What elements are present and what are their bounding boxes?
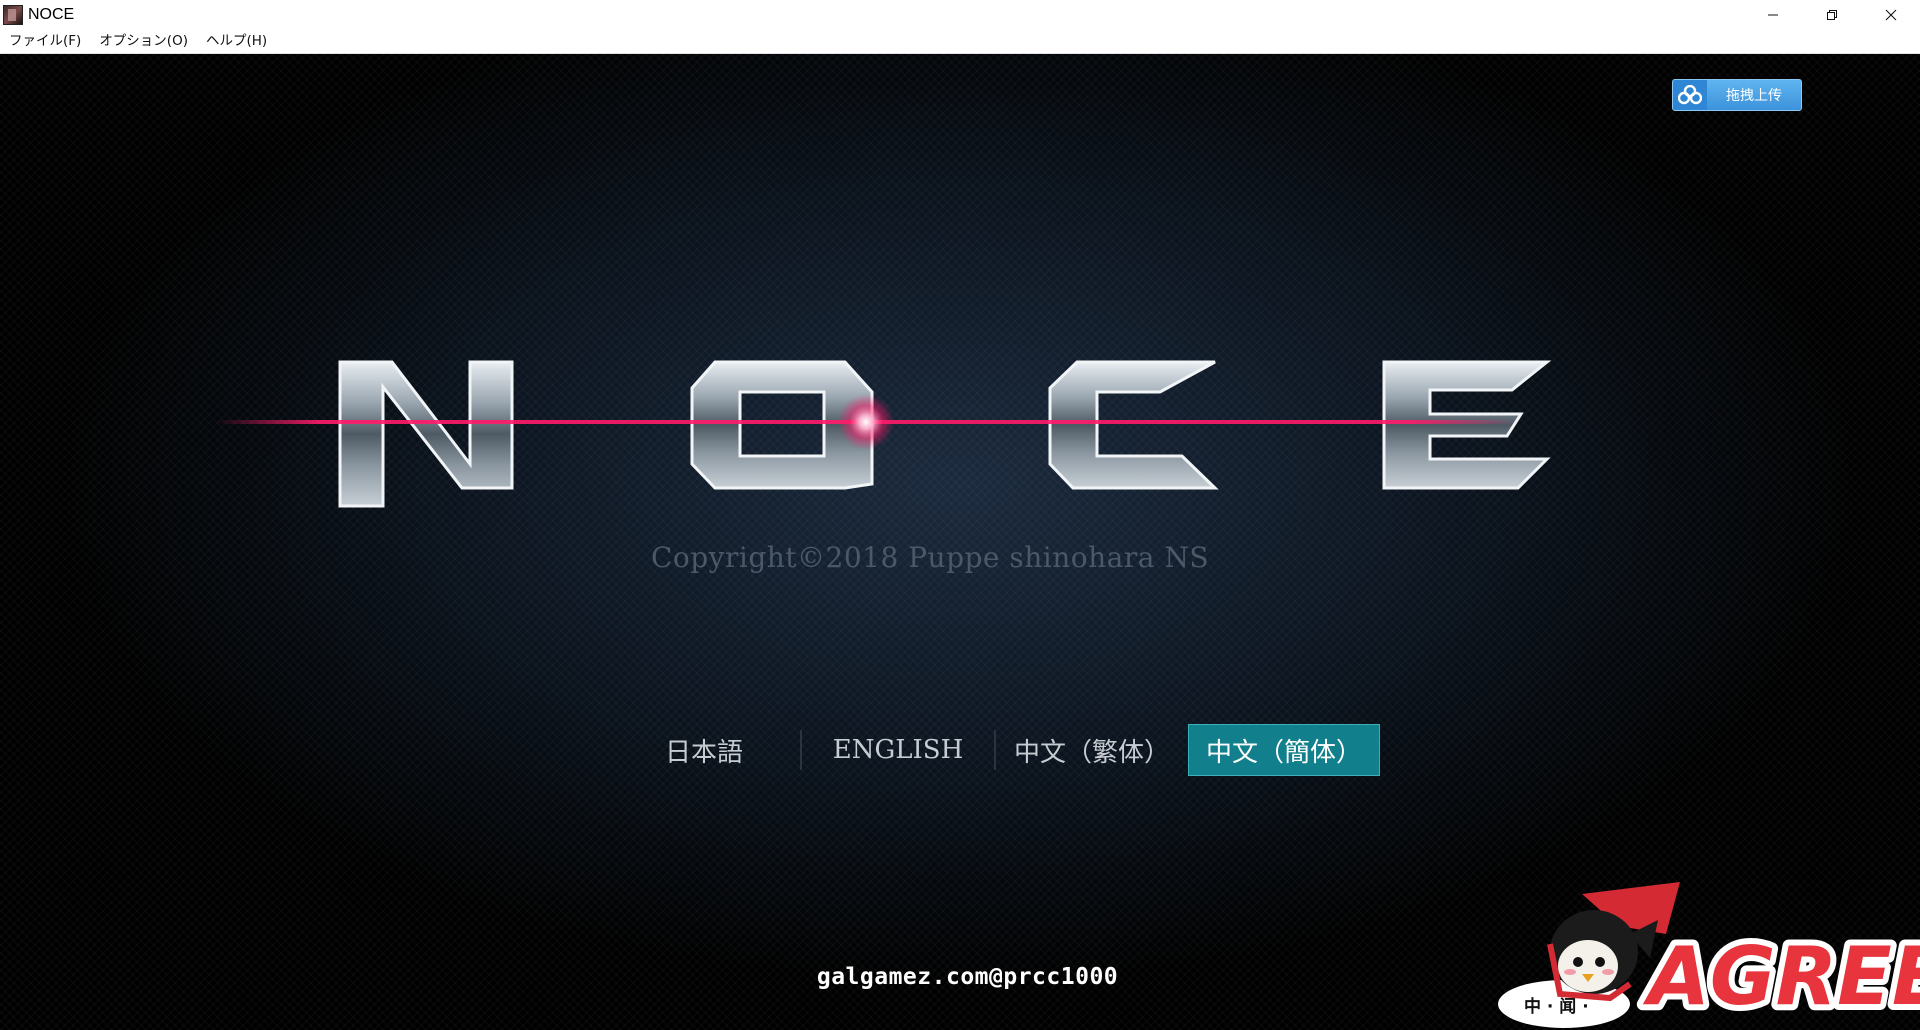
restore-icon — [1826, 9, 1837, 20]
logo-letter-c — [1048, 360, 1219, 490]
minimize-icon — [1767, 14, 1778, 15]
language-english[interactable]: ENGLISH — [802, 724, 994, 776]
menu-help[interactable]: ヘルプ(H) — [197, 29, 276, 53]
app-icon — [3, 4, 23, 25]
game-screen: 拖拽上传 Copyright©2018 Puppe shinohara NS 日… — [0, 54, 1920, 1030]
restore-button[interactable] — [1802, 0, 1861, 29]
agree-badge: 中 · 闻 · AGREE AGREE — [1498, 882, 1920, 1029]
title-bar: NOCE — [0, 0, 1920, 29]
language-simplified-chinese[interactable]: 中文（簡体） — [1188, 724, 1380, 776]
speech-bubble-text: 中 · 闻 · — [1524, 996, 1589, 1017]
close-icon — [1885, 9, 1896, 20]
close-button[interactable] — [1861, 0, 1920, 29]
language-japanese[interactable]: 日本語 — [608, 724, 800, 776]
window-controls — [1743, 0, 1920, 29]
language-traditional-chinese[interactable]: 中文（繁体） — [996, 724, 1188, 776]
copyright-text: Copyright©2018 Puppe shinohara NS — [650, 541, 1210, 574]
menu-options[interactable]: オプション(O) — [90, 29, 197, 53]
logo-letter-e — [1382, 360, 1552, 490]
laser-flare — [838, 394, 894, 450]
window-title: NOCE — [28, 5, 75, 23]
logo-letter-n — [338, 360, 514, 508]
agree-text: AGREE — [1642, 930, 1920, 1023]
noce-logo — [215, 360, 1552, 508]
menu-file[interactable]: ファイル(F) — [0, 29, 90, 53]
minimize-button[interactable] — [1743, 0, 1802, 29]
menu-bar: ファイル(F) オプション(O) ヘルプ(H) — [0, 29, 1920, 54]
agree-logo: AGREE AGREE — [1636, 924, 1920, 1029]
language-selector: 日本語 ENGLISH 中文（繁体） 中文（簡体） — [608, 724, 1380, 776]
